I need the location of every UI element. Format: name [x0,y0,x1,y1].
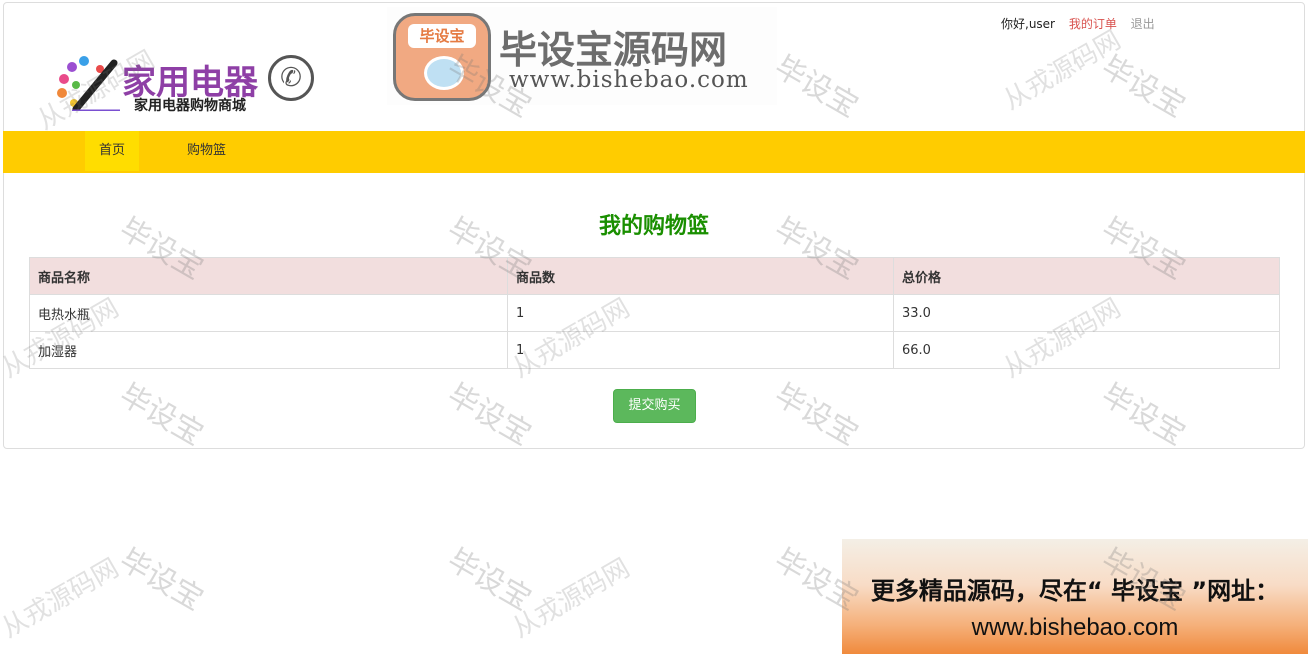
main-nav: 首页 购物篮 [3,131,1305,173]
product-total: 66.0 [893,331,1280,369]
logout-link[interactable]: 退出 [1131,17,1155,31]
watermark-site: 从戎源码网 [0,553,125,645]
product-qty: 1 [507,331,894,369]
banner-url: www.bishebao.com [509,67,749,93]
ad-text: 更多精品源码，尽在“ 毕设宝 ”网址： [870,577,1280,605]
watermark-brand: 毕设宝 [441,542,537,618]
ad-url: www.bishebao.com [971,614,1179,641]
logo-subtitle: 家用电器购物商城 [134,98,246,114]
product-total: 33.0 [893,294,1280,332]
column-header-name: 商品名称 [29,257,508,295]
watermark-site: 从戎源码网 [507,553,636,645]
product-name: 电热水瓶 [29,294,508,332]
my-orders-link[interactable]: 我的订单 [1069,17,1117,31]
user-bar: 你好,user 我的订单 退出 [1001,15,1165,32]
submit-purchase-button[interactable]: 提交购买 [613,389,696,423]
site-logo[interactable]: 家用电器 家用电器购物商城 ✆ [56,49,318,119]
page-title: 我的购物篮 [598,214,709,239]
banner-title: 毕设宝源码网 [499,28,728,72]
user-greeting: 你好,user [1001,17,1055,31]
nav-cart[interactable]: 购物篮 [173,131,240,171]
table-row: 电热水瓶 1 33.0 [29,294,1280,332]
pencil-logo-icon [57,56,120,111]
table-row: 加湿器 1 66.0 [29,331,1280,369]
cart-table: 商品名称 商品数 总价格 电热水瓶 1 33.0 加湿器 1 66.0 [29,257,1280,369]
product-name: 加湿器 [29,331,508,369]
nav-home[interactable]: 首页 [85,131,140,171]
watermark-brand: 毕设宝 [113,542,209,618]
phone-icon: ✆ [268,55,314,101]
bishebao-banner: 毕设宝 毕设宝源码网 www.bishebao.com [387,7,777,105]
column-header-qty: 商品数 [507,257,894,295]
table-header-row: 商品名称 商品数 总价格 [29,257,1280,295]
banner-badge: 毕设宝 [393,13,491,101]
column-header-total: 总价格 [893,257,1280,295]
banner-badge-label: 毕设宝 [408,24,476,48]
promo-ad-banner[interactable]: 更多精品源码，尽在“ 毕设宝 ”网址： www.bishebao.com [842,539,1308,654]
product-qty: 1 [507,294,894,332]
mascot-icon [424,56,464,90]
